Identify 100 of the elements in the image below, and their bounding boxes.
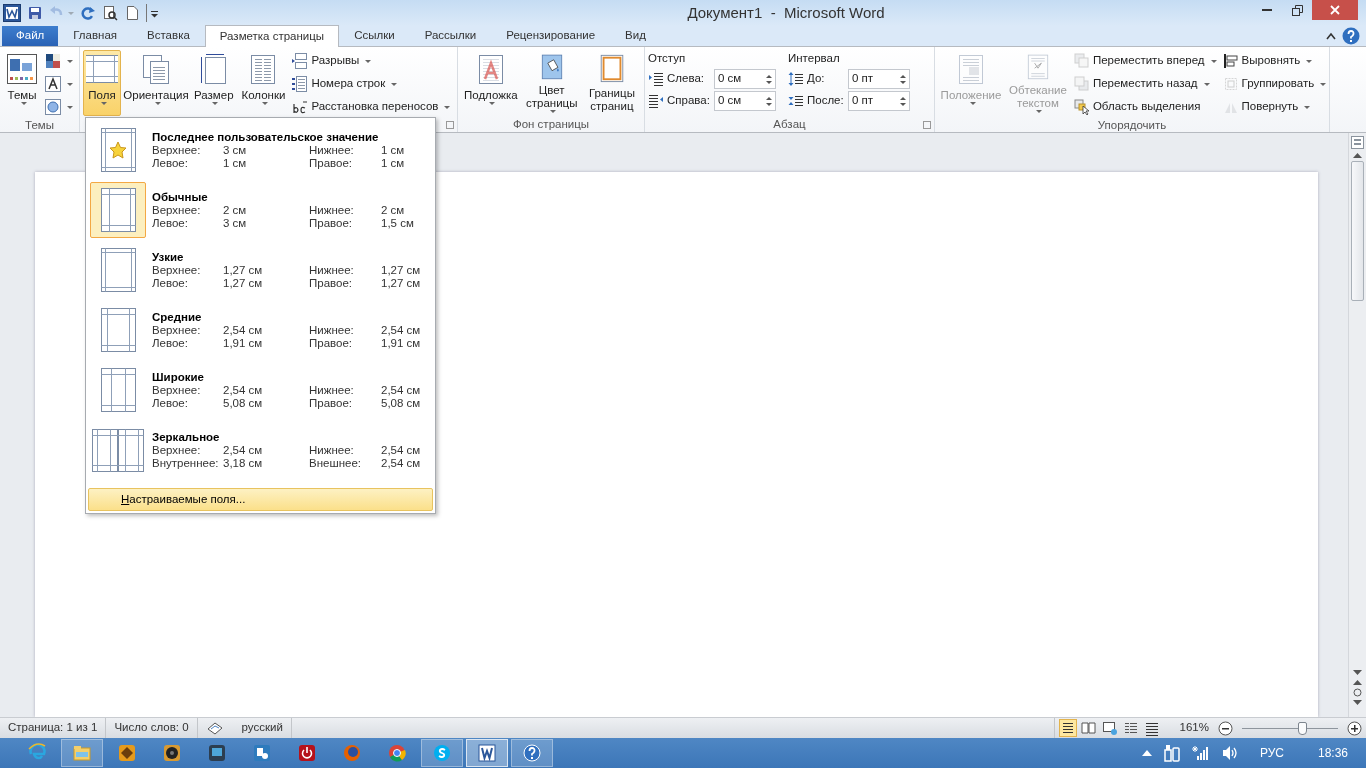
ribbon-tab[interactable]: Ссылки [339,24,410,46]
ribbon-button[interactable]: Номера строк [290,73,453,95]
ribbon-button[interactable]: Подложка [461,50,521,116]
view-mode-button[interactable] [1100,719,1119,737]
spin-up-icon[interactable] [900,96,906,100]
ribbon-button[interactable]: Разрывы [290,50,453,72]
zoom-level[interactable]: 161% [1179,719,1209,737]
caret-icon [1306,59,1313,63]
quick-access-button[interactable] [27,5,43,21]
spin-down-icon[interactable] [766,80,772,84]
margin-label: Верхнее: [152,443,202,457]
ribbon-button[interactable]: Выровнять [1220,50,1329,72]
language-label[interactable]: русский [241,719,283,737]
clock[interactable]: 18:36 [1317,744,1348,762]
margin-value: 3 см [223,216,248,230]
ribbon-button[interactable]: Цвет страницы [522,50,581,116]
margin-value: 5,08 см [223,396,264,410]
proofing-book-icon [205,720,224,736]
margin-value: 1,27 см [381,276,422,290]
margin-value: 1,27 см [223,276,264,290]
spin-down-icon[interactable] [766,102,772,106]
margin-option[interactable]: Зеркальное Верхнее: 2,54 см Нижнее: 2,54 см Внутреннее: 3,18 см Внешнее: 2,54 см [88,420,433,480]
monitor-app-icon [207,743,227,763]
margin-option[interactable]: Узкие Верхнее: 1,27 см Нижнее: 1,27 см Левое: 1,27 см Правое: 1,27 см [88,240,433,300]
taskbar-app-button[interactable] [421,739,463,767]
collapse-ribbon-icon [1326,31,1336,40]
margin-value: 2,54 см [381,323,422,337]
margin-value: 1 см [381,156,406,170]
margin-value: 1,27 см [381,263,422,277]
ribbon-button[interactable]: Ориентация [123,50,189,116]
zoom-in-icon [1347,720,1362,736]
ribbon-icon-button[interactable] [43,73,75,95]
ribbon-button[interactable]: Область выделения [1071,96,1219,118]
redo-icon [80,5,96,21]
dialog-launcher-icon[interactable] [923,121,931,129]
speaker-app-icon [162,743,182,763]
taskbar-app-button[interactable] [466,739,508,767]
ribbon-tab[interactable]: Рецензирование [491,24,611,46]
margin-value: 1 см [223,156,248,170]
ribbon-tab[interactable]: Вид [610,24,661,46]
spin-down-icon[interactable] [900,80,906,84]
circle-icon [45,99,61,115]
section-heading: Интервал [788,51,841,66]
spin-field[interactable]: 0 пт [848,91,910,111]
option-title: Широкие [152,370,205,384]
stacked-squares-icon [1073,53,1090,69]
view-mode-button[interactable] [1058,719,1077,737]
margin-label: Левое: [152,396,189,410]
margin-value: 1,91 см [381,336,422,350]
ribbon-tab[interactable]: Вставка [132,24,205,46]
input-language[interactable]: РУС [1259,744,1284,762]
spin-field[interactable]: 0 см [714,69,776,89]
margin-label: Нижнее: [309,443,355,457]
margin-label: Левое: [152,216,189,230]
stacked-squares-icon [1073,76,1090,92]
taskbar-app-button[interactable] [511,739,553,767]
margin-option[interactable]: Последнее пользовательское значение Верхнее: 3 см Нижнее: 1 см Левое: 1 см Правое: 1 см [88,120,433,180]
field-label: До: [807,71,826,87]
group-icon [1222,76,1239,92]
help-icon [1342,26,1360,45]
page-count[interactable]: Страница: 1 из 1 [8,719,98,737]
ruler-icon [1351,136,1364,149]
custom-margins-item[interactable]: Настраиваемые поля... [88,488,433,512]
quick-access-button[interactable] [102,5,118,21]
ribbon-button[interactable]: Темы [3,50,41,116]
spin-up-icon[interactable] [766,74,772,78]
margin-value: 2,54 см [381,383,422,397]
ribbon-button[interactable]: Поля [83,50,121,116]
diamond-app-icon [117,743,137,763]
margin-label: Левое: [152,156,189,170]
margin-value: 2,54 см [381,456,422,470]
ribbon-tab[interactable]: Разметка страницы [204,25,340,47]
margin-option[interactable]: Средние Верхнее: 2,54 см Нижнее: 2,54 см Левое: 1,91 см Правое: 1,91 см [88,300,433,360]
word-count[interactable]: Число слов: 0 [114,719,189,737]
caret-icon [68,11,74,15]
spin-up-icon[interactable] [900,74,906,78]
zoom-slider-thumb[interactable] [1297,721,1307,735]
customize-caret-icon[interactable] [146,4,159,22]
scrollbar-thumb[interactable] [1351,161,1364,301]
margin-label: Верхнее: [152,143,202,157]
field-label: Справа: [667,93,711,109]
spin-field[interactable]: 0 пт [848,69,910,89]
spin-field[interactable]: 0 см [714,91,776,111]
dialog-launcher-icon[interactable] [446,121,454,129]
margin-label: Левое: [152,336,189,350]
spin-down-icon[interactable] [900,102,906,106]
option-title: Обычные [152,190,209,204]
spin-up-icon[interactable] [766,96,772,100]
quick-access-button[interactable] [124,5,140,21]
ribbon-tab[interactable]: Рассылки [409,24,492,46]
margin-option[interactable]: Широкие Верхнее: 2,54 см Нижнее: 2,54 см Левое: 5,08 см Правое: 5,08 см [88,360,433,420]
margin-option[interactable]: Обычные Верхнее: 2 см Нижнее: 2 см Левое: 3 см Правое: 1,5 см [88,180,433,240]
ribbon-button[interactable]: Размер [191,50,237,116]
caret-icon [550,110,557,113]
ribbon-tab[interactable]: Главная [58,24,133,46]
margin-label: Нижнее: [309,323,355,337]
close-button[interactable] [1312,0,1358,20]
ribbon-button[interactable]: Границы страниц [582,50,641,116]
ribbon-button[interactable]: Колонки [238,50,289,116]
ribbon-tab[interactable]: Файл [2,24,59,46]
